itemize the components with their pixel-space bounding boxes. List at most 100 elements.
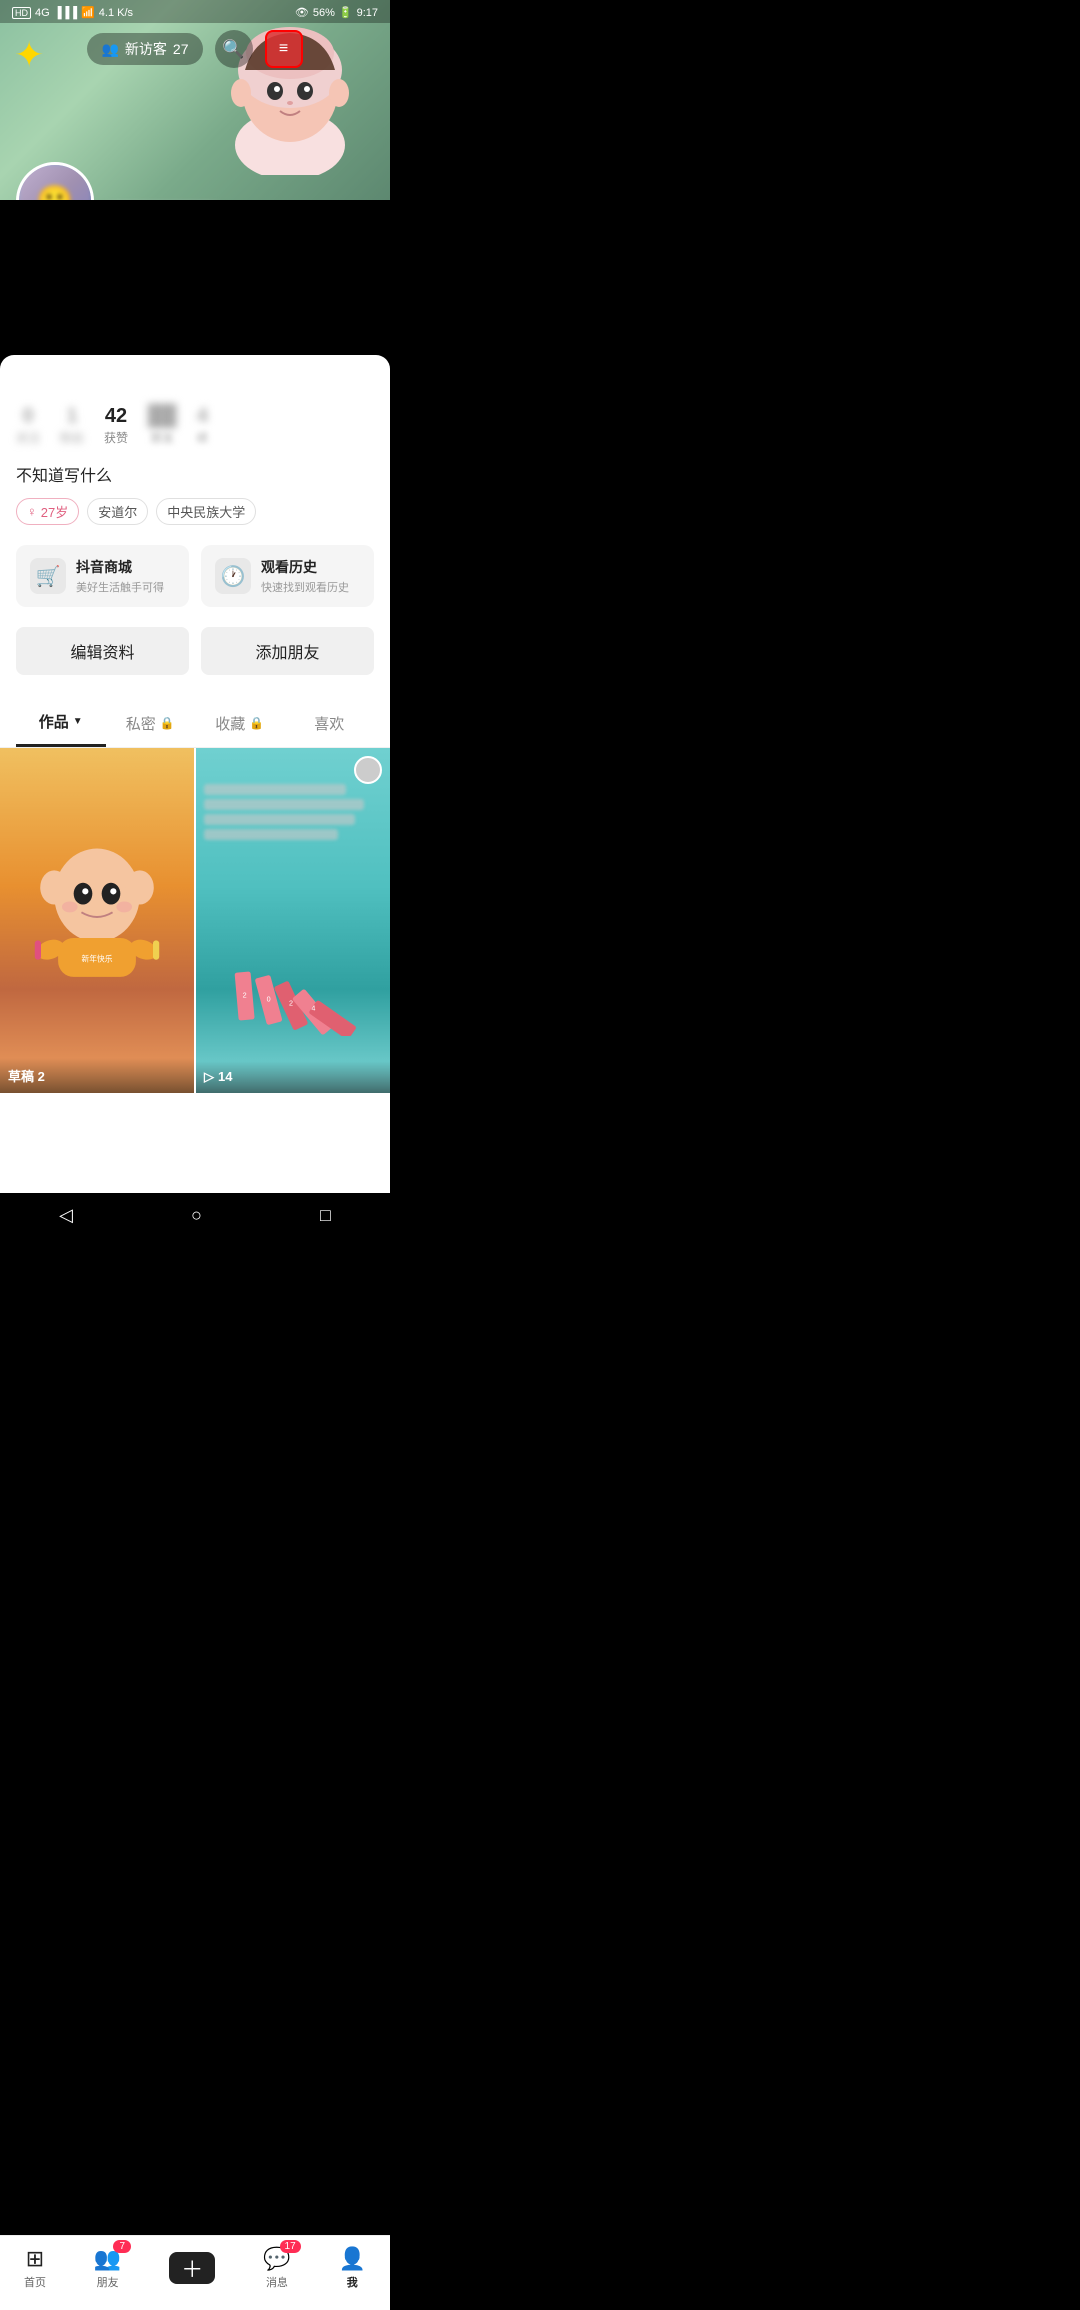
battery-level: 56% bbox=[313, 7, 335, 19]
friends-label: 朋友 bbox=[150, 429, 174, 446]
age-text: 27岁 bbox=[41, 502, 68, 521]
tab-works-label: 作品 bbox=[39, 711, 69, 732]
shop-text: 抖音商城 美好生活触手可得 bbox=[76, 557, 164, 595]
thumb-avatar-img bbox=[354, 756, 382, 784]
bottom-nav: ⊞ 首页 👥 7 朋友 ＋ 💬 17 消息 👤 我 bbox=[0, 2235, 390, 2310]
avatar[interactable]: 🙂 bbox=[16, 162, 94, 200]
thumb-illustration: 新年快乐 bbox=[10, 782, 185, 1023]
back-button[interactable]: ◁ bbox=[59, 1205, 73, 1226]
play-count: ▷ 14 bbox=[204, 1069, 382, 1085]
status-left: HD 4G ▐▐▐ 📶 4.1 K/s bbox=[12, 6, 133, 19]
stat-streak[interactable]: 4 续 bbox=[196, 405, 208, 446]
history-icon: 🕐 bbox=[215, 558, 251, 594]
visitors-badge[interactable]: 👥 新访客 27 bbox=[87, 33, 202, 65]
bottom-spacer bbox=[16, 1093, 374, 1193]
video-thumb-draft[interactable]: 新年快乐 草稿 2 bbox=[0, 748, 194, 1093]
tab-private-label: 私密 bbox=[126, 713, 156, 734]
add-friend-button[interactable]: 添加朋友 bbox=[201, 627, 374, 675]
tab-favorites-label: 收藏 bbox=[215, 713, 245, 734]
text-line-2 bbox=[204, 799, 364, 810]
svg-text:新年快乐: 新年快乐 bbox=[81, 954, 112, 964]
tab-likes[interactable]: 喜欢 bbox=[285, 701, 375, 746]
create-button[interactable]: ＋ bbox=[169, 2252, 215, 2284]
video-thumb-published[interactable]: 2 0 2 4 ▷ 14 bbox=[196, 748, 390, 1093]
history-subtitle: 快速找到观看历史 bbox=[261, 579, 349, 595]
action-buttons: 编辑资料 添加朋友 bbox=[16, 627, 374, 675]
menu-icon: ≡ bbox=[279, 40, 288, 58]
svg-text:2: 2 bbox=[243, 991, 247, 1000]
tab-likes-label: 喜欢 bbox=[314, 713, 344, 734]
quick-links: 🛒 抖音商城 美好生活触手可得 🕐 观看历史 快速找到观看历史 bbox=[16, 545, 374, 607]
visitors-count: 27 bbox=[173, 41, 189, 57]
thumb-avatar bbox=[354, 756, 382, 784]
draft-badge: 草稿 2 bbox=[8, 1066, 186, 1085]
video-grid: 新年快乐 草稿 2 bbox=[0, 748, 390, 1093]
tag-city[interactable]: 安道尔 bbox=[87, 498, 148, 525]
history-text: 观看历史 快速找到观看历史 bbox=[261, 557, 349, 595]
stat-friends[interactable]: ██ 朋友 bbox=[148, 405, 176, 446]
visitors-icon: 👥 bbox=[101, 41, 118, 58]
stat-likes[interactable]: 42 获赞 bbox=[104, 405, 128, 446]
wifi-icon: 📶 bbox=[81, 6, 95, 19]
avatar-placeholder: 🙂 bbox=[19, 165, 91, 200]
menu-button[interactable]: ≡ bbox=[265, 30, 303, 68]
search-icon: 🔍 bbox=[222, 39, 244, 60]
tag-gender-age[interactable]: ♀ 27岁 bbox=[16, 498, 79, 525]
shop-link[interactable]: 🛒 抖音商城 美好生活触手可得 bbox=[16, 545, 189, 607]
friends-badge: 7 bbox=[113, 2240, 131, 2253]
recent-button[interactable]: □ bbox=[320, 1205, 331, 1226]
visitors-label: 新访客 bbox=[125, 39, 167, 59]
nav-messages[interactable]: 💬 17 消息 bbox=[263, 2246, 290, 2290]
shop-subtitle: 美好生活触手可得 bbox=[76, 579, 164, 595]
cover-area: ✦ 👥 bbox=[0, 0, 390, 200]
domino-illustration: 2 0 2 4 bbox=[215, 956, 370, 1041]
nav-profile[interactable]: 👤 我 bbox=[339, 2246, 366, 2290]
university-text: 中央民族大学 bbox=[167, 502, 245, 521]
likes-label: 获赞 bbox=[104, 429, 128, 446]
following-count: 0 bbox=[22, 405, 33, 428]
speed-indicator: 4.1 K/s bbox=[99, 7, 133, 19]
stat-fans[interactable]: 1 粉丝 bbox=[60, 405, 84, 446]
tab-favorites[interactable]: 收藏 🔒 bbox=[195, 701, 285, 746]
history-title: 观看历史 bbox=[261, 557, 349, 577]
signal-bars: ▐▐▐ bbox=[54, 7, 77, 19]
nav-home[interactable]: ⊞ 首页 bbox=[24, 2246, 46, 2290]
play-icon: ▷ bbox=[204, 1069, 214, 1085]
home-label: 首页 bbox=[24, 2274, 46, 2290]
tag-university[interactable]: 中央民族大学 bbox=[156, 498, 256, 525]
avatar-row: 🙂 ████████ bbox=[16, 162, 222, 200]
edit-profile-button[interactable]: 编辑资料 bbox=[16, 627, 189, 675]
likes-count: 42 bbox=[105, 405, 127, 428]
svg-text:2: 2 bbox=[289, 999, 293, 1008]
nav-create[interactable]: ＋ bbox=[169, 2252, 215, 2284]
home-icon: ⊞ bbox=[26, 2246, 44, 2272]
streak-label: 续 bbox=[196, 429, 208, 446]
fans-count: 1 bbox=[66, 405, 77, 428]
tab-works[interactable]: 作品 ▼ bbox=[16, 699, 106, 747]
stat-following[interactable]: 0 关注 bbox=[16, 405, 40, 446]
draft-overlay: 草稿 2 bbox=[0, 1058, 194, 1093]
svg-text:0: 0 bbox=[267, 995, 271, 1004]
lock-icon-favorites: 🔒 bbox=[249, 716, 264, 730]
play-count-number: 14 bbox=[218, 1069, 232, 1084]
streak-count: 4 bbox=[197, 405, 208, 428]
tab-private[interactable]: 私密 🔒 bbox=[106, 701, 196, 746]
play-overlay: ▷ 14 bbox=[196, 1061, 390, 1093]
shop-icon: 🛒 bbox=[30, 558, 66, 594]
home-button[interactable]: ○ bbox=[191, 1205, 202, 1226]
nav-friends[interactable]: 👥 7 朋友 bbox=[94, 2246, 121, 2290]
sys-nav-bar: ◁ ○ □ bbox=[0, 1193, 390, 1239]
text-line-4 bbox=[204, 829, 338, 840]
history-link[interactable]: 🕐 观看历史 快速找到观看历史 bbox=[201, 545, 374, 607]
fans-label: 粉丝 bbox=[60, 429, 84, 446]
hd-icon: HD bbox=[12, 7, 31, 19]
search-button[interactable]: 🔍 bbox=[215, 30, 253, 68]
profile-content: 0 关注 1 粉丝 42 获赞 ██ 朋友 4 续 不知道写什么 ♀ 27岁 安… bbox=[0, 355, 390, 1193]
network-icon: 4G bbox=[35, 7, 50, 19]
lock-icon-private: 🔒 bbox=[160, 716, 175, 730]
city-text: 安道尔 bbox=[98, 502, 137, 521]
status-bar: HD 4G ▐▐▐ 📶 4.1 K/s 👁 56% 🔋 9:17 bbox=[0, 0, 390, 23]
text-line-3 bbox=[204, 814, 355, 825]
text-line-1 bbox=[204, 784, 346, 795]
profile-label: 我 bbox=[347, 2274, 358, 2290]
